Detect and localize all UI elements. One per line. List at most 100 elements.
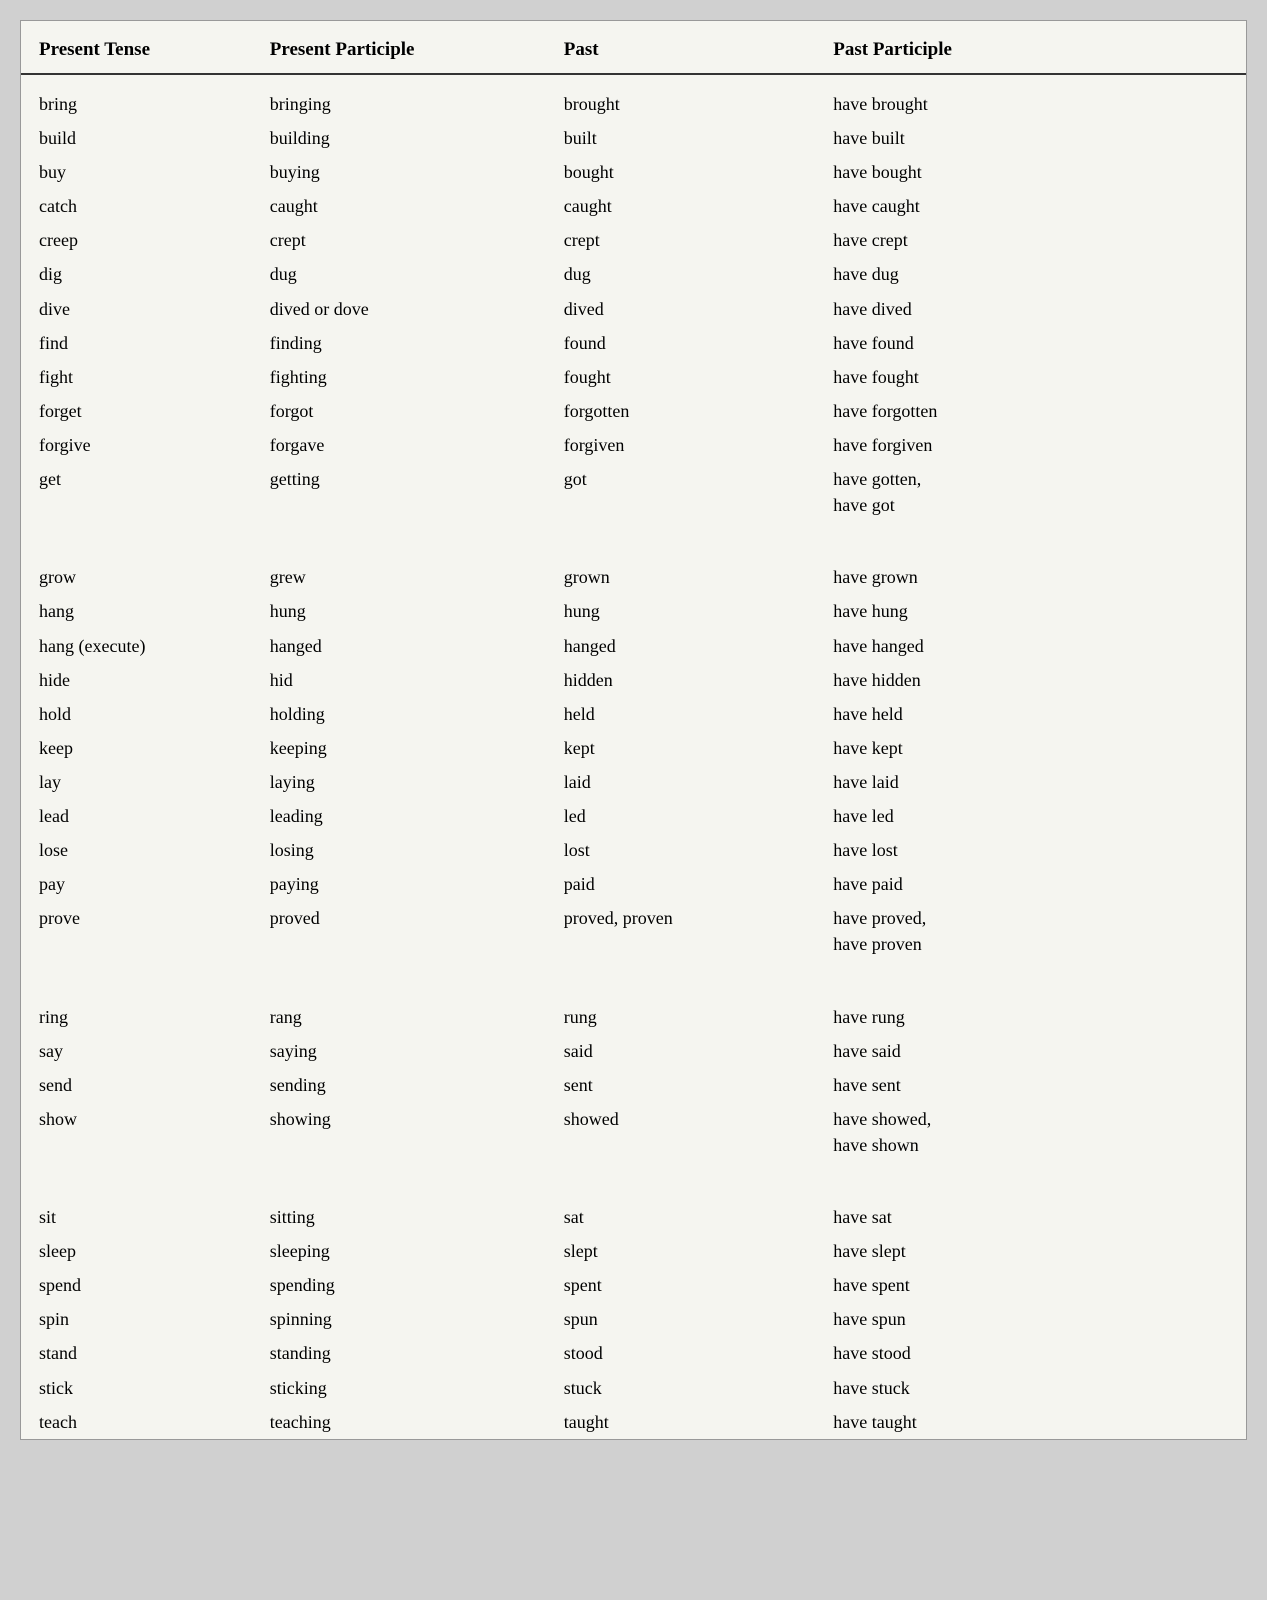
- cell-past: showed: [548, 1102, 818, 1162]
- cell-past_part: have dug: [817, 257, 1246, 291]
- cell-past: led: [548, 799, 818, 833]
- cell-past_part: have paid: [817, 867, 1246, 901]
- cell-present: ring: [21, 1000, 254, 1034]
- cell-present: hide: [21, 663, 254, 697]
- cell-participle: saying: [254, 1034, 548, 1068]
- cell-past_part: have kept: [817, 731, 1246, 765]
- cell-participle: fighting: [254, 360, 548, 394]
- cell-participle: leading: [254, 799, 548, 833]
- cell-present: get: [21, 462, 254, 522]
- cell-past_part: have hung: [817, 594, 1246, 628]
- cell-participle: sending: [254, 1068, 548, 1102]
- cell-past: hanged: [548, 629, 818, 663]
- cell-past_part: have proved,have proven: [817, 901, 1246, 961]
- cell-participle: losing: [254, 833, 548, 867]
- cell-participle: laying: [254, 765, 548, 799]
- cell-present: hold: [21, 697, 254, 731]
- cell-past_part: have showed,have shown: [817, 1102, 1246, 1162]
- cell-past: spun: [548, 1302, 818, 1336]
- cell-participle: sitting: [254, 1200, 548, 1234]
- cell-past: proved, proven: [548, 901, 818, 961]
- cell-present: bring: [21, 74, 254, 121]
- table-row: creepcreptcrepthave crept: [21, 223, 1246, 257]
- cell-past: sent: [548, 1068, 818, 1102]
- cell-past: rung: [548, 1000, 818, 1034]
- cell-participle: hung: [254, 594, 548, 628]
- cell-present: hang (execute): [21, 629, 254, 663]
- cell-past: lost: [548, 833, 818, 867]
- cell-participle: grew: [254, 560, 548, 594]
- table-row: spendspendingspenthave spent: [21, 1268, 1246, 1302]
- verb-table-container: Present Tense Present Participle Past Pa…: [20, 20, 1247, 1440]
- cell-past: taught: [548, 1405, 818, 1439]
- cell-participle: keeping: [254, 731, 548, 765]
- table-row: sendsendingsenthave sent: [21, 1068, 1246, 1102]
- cell-present: build: [21, 121, 254, 155]
- cell-past: found: [548, 326, 818, 360]
- cell-past_part: have grown: [817, 560, 1246, 594]
- table-row: hanghunghunghave hung: [21, 594, 1246, 628]
- cell-past_part: have gotten,have got: [817, 462, 1246, 522]
- cell-past: got: [548, 462, 818, 522]
- table-row: bringbringingbroughthave brought: [21, 74, 1246, 121]
- cell-participle: buying: [254, 155, 548, 189]
- cell-present: say: [21, 1034, 254, 1068]
- table-row: sitsittingsathave sat: [21, 1200, 1246, 1234]
- cell-past_part: have fought: [817, 360, 1246, 394]
- cell-past_part: have led: [817, 799, 1246, 833]
- cell-participle: forgave: [254, 428, 548, 462]
- cell-past: slept: [548, 1234, 818, 1268]
- cell-participle: holding: [254, 697, 548, 731]
- table-row: sleepsleepingslepthave slept: [21, 1234, 1246, 1268]
- table-row: fightfightingfoughthave fought: [21, 360, 1246, 394]
- table-row: getgettinggothave gotten,have got: [21, 462, 1246, 522]
- cell-participle: caught: [254, 189, 548, 223]
- cell-past_part: have bought: [817, 155, 1246, 189]
- cell-participle: paying: [254, 867, 548, 901]
- cell-past: caught: [548, 189, 818, 223]
- cell-past: dug: [548, 257, 818, 291]
- table-row: saysayingsaidhave said: [21, 1034, 1246, 1068]
- table-row: findfindingfoundhave found: [21, 326, 1246, 360]
- cell-past_part: have held: [817, 697, 1246, 731]
- table-row: hidehidhiddenhave hidden: [21, 663, 1246, 697]
- cell-past: crept: [548, 223, 818, 257]
- cell-past: sat: [548, 1200, 818, 1234]
- cell-present: dig: [21, 257, 254, 291]
- cell-participle: teaching: [254, 1405, 548, 1439]
- table-row: paypayingpaidhave paid: [21, 867, 1246, 901]
- table-row: keepkeepingkepthave kept: [21, 731, 1246, 765]
- cell-present: spin: [21, 1302, 254, 1336]
- cell-past_part: have spent: [817, 1268, 1246, 1302]
- cell-past_part: have sat: [817, 1200, 1246, 1234]
- cell-past_part: have hidden: [817, 663, 1246, 697]
- header-past: Past: [548, 21, 818, 74]
- cell-past_part: have built: [817, 121, 1246, 155]
- table-row: ringrangrunghave rung: [21, 1000, 1246, 1034]
- cell-past: hung: [548, 594, 818, 628]
- table-row: digdugdughave dug: [21, 257, 1246, 291]
- table-row: stickstickingstuckhave stuck: [21, 1371, 1246, 1405]
- cell-past_part: have rung: [817, 1000, 1246, 1034]
- cell-past: laid: [548, 765, 818, 799]
- cell-past: brought: [548, 74, 818, 121]
- table-row: [21, 961, 1246, 999]
- cell-present: prove: [21, 901, 254, 961]
- cell-past: fought: [548, 360, 818, 394]
- cell-past: dived: [548, 292, 818, 326]
- table-row: divedived or dovedivedhave dived: [21, 292, 1246, 326]
- table-row: buybuyingboughthave bought: [21, 155, 1246, 189]
- cell-present: teach: [21, 1405, 254, 1439]
- cell-past: built: [548, 121, 818, 155]
- table-row: proveprovedproved, provenhave proved,hav…: [21, 901, 1246, 961]
- cell-past_part: have stuck: [817, 1371, 1246, 1405]
- cell-past: forgotten: [548, 394, 818, 428]
- header-present-participle: Present Participle: [254, 21, 548, 74]
- table-row: forgiveforgaveforgivenhave forgiven: [21, 428, 1246, 462]
- cell-present: buy: [21, 155, 254, 189]
- cell-present: sit: [21, 1200, 254, 1234]
- cell-past_part: have said: [817, 1034, 1246, 1068]
- cell-participle: spinning: [254, 1302, 548, 1336]
- cell-participle: dived or dove: [254, 292, 548, 326]
- cell-past: bought: [548, 155, 818, 189]
